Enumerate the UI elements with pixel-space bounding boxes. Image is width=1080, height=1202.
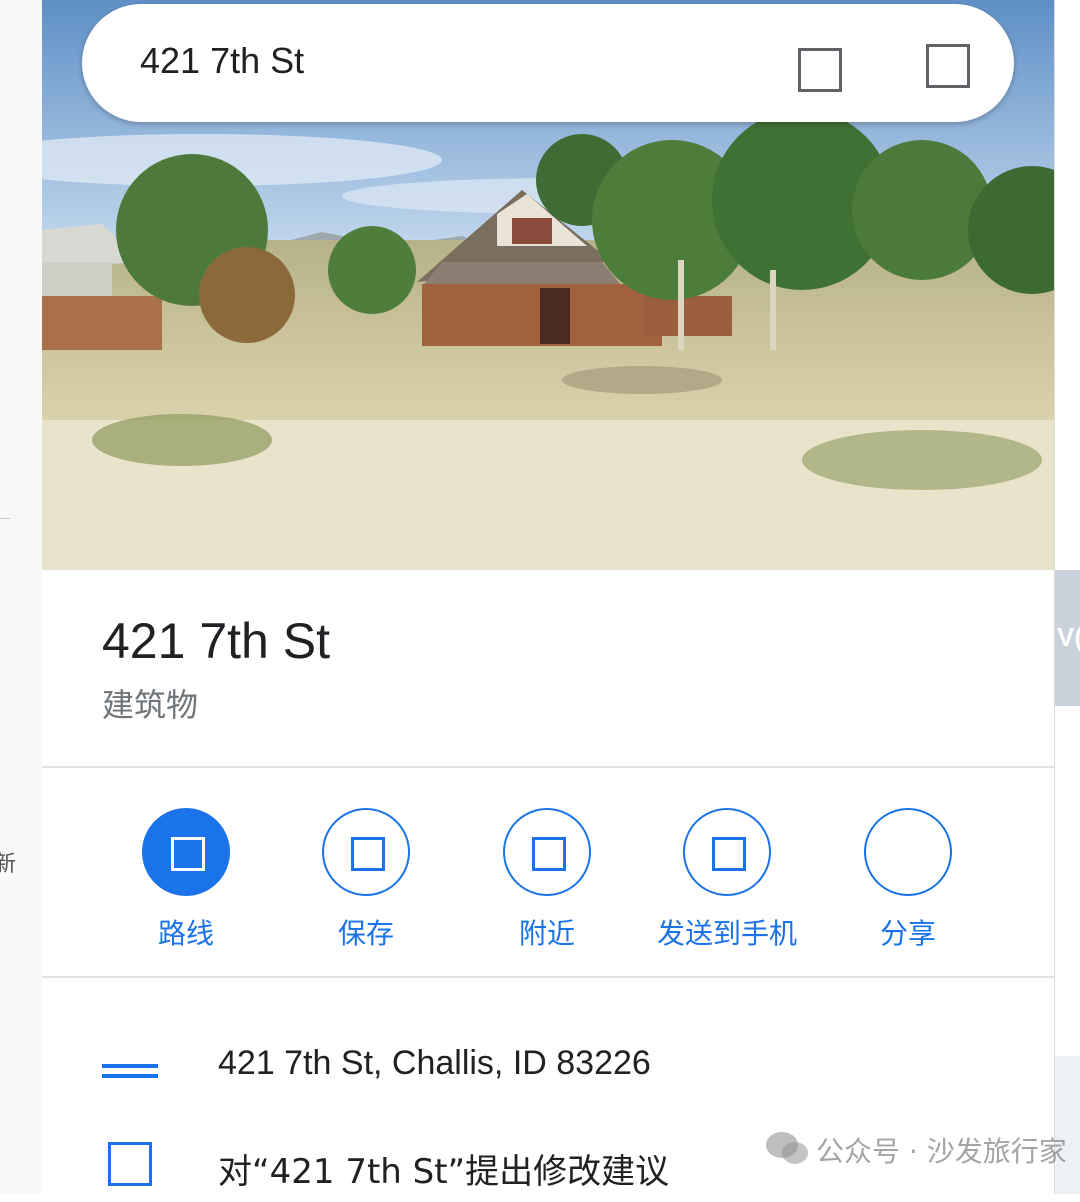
nearby-circle[interactable] [503,808,591,896]
nearby-button[interactable]: 附近 [457,808,637,958]
search-query[interactable]: 421 7th St [140,40,304,82]
save-circle[interactable] [322,808,410,896]
nearby-icon [532,837,566,871]
send-to-phone-icon [712,837,746,871]
map-area[interactable] [1055,1056,1080,1194]
action-label: 发送到手机 [656,917,797,950]
map-cut-label: V( [1057,622,1080,652]
map-cut-label: 新 [0,852,17,877]
action-label: 附近 [518,917,575,950]
address-row[interactable]: 421 7th St, Challis, ID 83226 [42,1024,1054,1104]
map-right-edge[interactable]: V( [1054,0,1080,1194]
suggest-edit-link[interactable]: 对“421 7th St”提出修改建议 [218,1144,669,1193]
address-lines-icon [102,1062,158,1082]
action-bar: 路线 保存 附近 发送到手机 分享 [42,768,1054,978]
square-icon[interactable] [798,48,842,92]
action-label: 分享 [879,917,936,950]
square-icon[interactable] [926,44,970,88]
action-label: 保存 [337,917,394,950]
place-panel: 421 7th St 421 7th St 建筑物 路线 保存 附近 发送到手机… [42,0,1067,1194]
place-title: 421 7th St [102,613,330,669]
send-to-phone-button[interactable]: 发送到手机 [637,808,817,958]
map-tile[interactable]: V( [1055,570,1080,706]
address-text[interactable]: 421 7th St, Challis, ID 83226 [218,1044,651,1083]
share-icon[interactable] [864,808,952,896]
directions-icon [171,837,205,871]
map-left-edge: 新 [0,0,43,1194]
search-bar[interactable]: 421 7th St [82,4,1014,122]
save-icon [351,837,385,871]
directions-button[interactable]: 路线 [96,808,276,958]
send-to-phone-circle[interactable] [683,808,771,896]
action-label: 路线 [157,917,214,950]
wechat-logo-icon [766,1132,808,1164]
directions-circle[interactable] [142,808,230,896]
place-type: 建筑物 [102,686,199,724]
map-divider [0,518,10,519]
place-header: 421 7th St 建筑物 [42,570,1054,768]
edit-icon [108,1142,152,1186]
share-button[interactable]: 分享 [818,808,998,958]
save-button[interactable]: 保存 [276,808,456,958]
watermark-text: 公众号 · 沙发旅行家 [816,1135,1067,1168]
